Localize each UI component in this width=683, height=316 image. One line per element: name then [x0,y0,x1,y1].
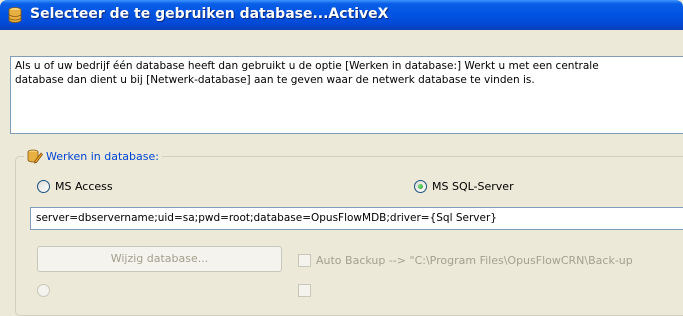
ms-access-radio[interactable]: MS Access [37,180,113,193]
description-line-2: database dan dient u bij [Netwerk-databa… [15,74,535,86]
database-edit-icon [27,149,43,164]
database-icon [8,7,22,23]
ms-sql-server-radio[interactable]: MS SQL-Server [414,180,514,193]
description-line-1: Als u of uw bedrijf één database heeft d… [15,60,599,72]
auto-backup-label: Auto Backup --> "C:\Program Files\OpusFl… [316,254,633,267]
database-groupbox [15,156,683,316]
radio-button-icon[interactable] [37,284,50,297]
radio-button-selected-icon[interactable] [414,180,427,193]
group-label: Werken in database: [46,149,159,163]
group-legend: Werken in database: [24,148,162,164]
connection-string-input[interactable]: server=dbservername;uid=sa;pwd=root;data… [30,207,683,230]
checkbox-icon[interactable] [298,284,311,297]
ms-access-label: MS Access [55,180,113,193]
description-text: Als u of uw bedrijf één database heeft d… [10,56,683,134]
title-bar[interactable]: Selecteer de te gebruiken database...Act… [0,0,683,30]
cut-off-checkbox[interactable] [298,284,311,297]
window-title: Selecteer de te gebruiken database...Act… [30,6,389,22]
cut-off-radio[interactable] [37,284,50,297]
auto-backup-checkbox[interactable]: Auto Backup --> "C:\Program Files\OpusFl… [298,254,633,267]
change-database-button[interactable]: Wijzig database... [37,246,282,272]
ms-sql-server-label: MS SQL-Server [432,180,514,193]
radio-button-icon[interactable] [37,180,50,193]
checkbox-icon[interactable] [298,254,311,267]
